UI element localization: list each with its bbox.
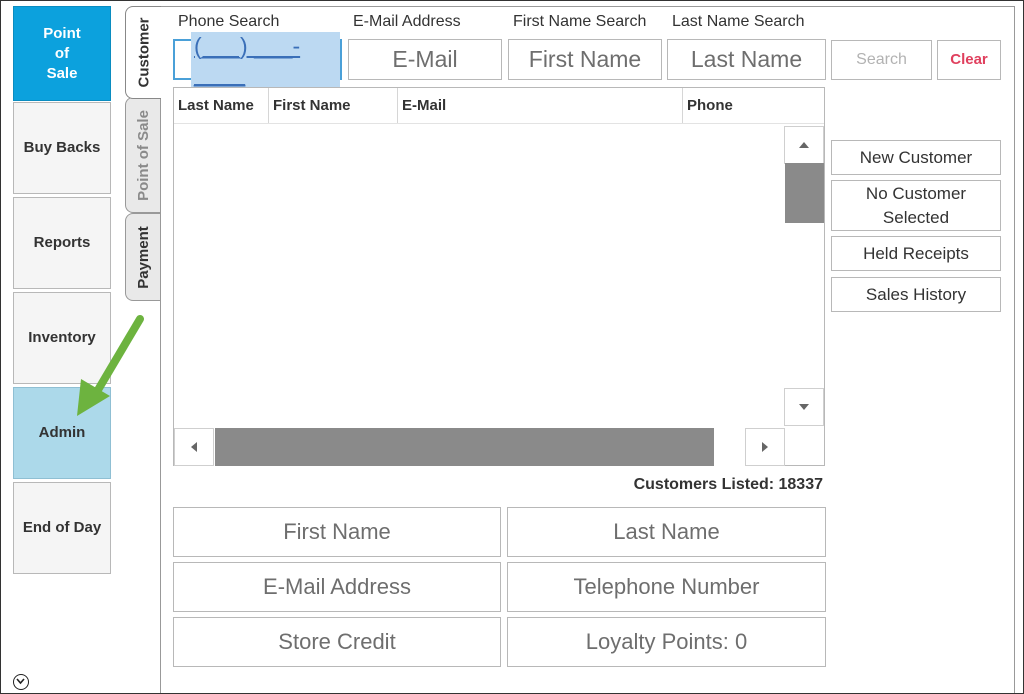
column-header-first-name[interactable]: First Name: [269, 88, 398, 123]
no-customer-selected-label: No Customer Selected: [865, 183, 967, 227]
sales-history-label: Sales History: [865, 284, 967, 304]
nav-buy-backs-label: Buy Backs: [23, 139, 101, 156]
sales-history-button[interactable]: Sales History: [831, 277, 1001, 312]
new-customer-button[interactable]: New Customer: [831, 140, 1001, 175]
caret-down-icon: [799, 404, 809, 410]
caret-right-icon: [762, 442, 768, 452]
loyalty-points-field[interactable]: Loyalty Points: 0: [507, 617, 826, 667]
nav-point-of-sale-label: Point of Sale: [43, 24, 81, 82]
last-name-search-placeholder: Last Name: [690, 46, 803, 72]
nav-inventory-label: Inventory: [28, 329, 96, 346]
column-header-email[interactable]: E-Mail: [398, 88, 683, 123]
customers-listed-count: Customers Listed: 18337: [633, 476, 823, 493]
telephone-number-field-label: Telephone Number: [573, 574, 760, 599]
nav-inventory[interactable]: Inventory: [13, 292, 111, 384]
last-name-field[interactable]: Last Name: [507, 507, 826, 557]
tab-payment-visible-label: Payment: [135, 225, 152, 289]
email-search-input[interactable]: E-Mail: [348, 39, 502, 80]
last-name-search-label: Last Name Search: [672, 13, 805, 30]
nav-reports-label: Reports: [33, 234, 91, 251]
pos-window: Point of Sale Buy Backs Reports Inventor…: [0, 0, 1024, 694]
last-name-search-input[interactable]: Last Name: [667, 39, 826, 80]
phone-search-label: Phone Search: [178, 13, 280, 30]
email-address-label: E-Mail Address: [353, 13, 461, 30]
email-address-field[interactable]: E-Mail Address: [173, 562, 501, 612]
scroll-down-button[interactable]: [784, 388, 824, 426]
store-credit-field-label: Store Credit: [278, 629, 396, 654]
clear-button-label: Clear: [950, 51, 988, 68]
caret-left-icon: [191, 442, 197, 452]
email-search-placeholder: E-Mail: [392, 46, 458, 72]
scroll-left-button[interactable]: [174, 428, 214, 466]
nav-admin[interactable]: Admin: [13, 387, 111, 479]
chevron-down-circle-icon[interactable]: [13, 674, 29, 690]
first-name-search-label: First Name Search: [513, 13, 647, 30]
first-name-field[interactable]: First Name: [173, 507, 501, 557]
chevron-down-icon: [16, 678, 25, 685]
held-receipts-button[interactable]: Held Receipts: [831, 236, 1001, 271]
nav-reports[interactable]: Reports: [13, 197, 111, 289]
new-customer-label: New Customer: [859, 147, 973, 167]
tab-customer-label: Customer: [135, 17, 153, 88]
tab-point-of-sale-label: Point of Sale: [135, 109, 152, 201]
first-name-search-placeholder: First Name: [528, 46, 642, 72]
nav-end-of-day-label: End of Day: [22, 519, 102, 536]
customer-grid[interactable]: Last Name First Name E-Mail Phone: [173, 87, 825, 466]
clear-button[interactable]: Clear: [937, 40, 1001, 80]
search-button[interactable]: Search: [831, 40, 932, 80]
phone-search-value: (___) ___-____: [191, 31, 340, 88]
nav-end-of-day[interactable]: End of Day: [13, 482, 111, 574]
loyalty-points-field-label: Loyalty Points: 0: [585, 629, 748, 654]
scroll-up-button[interactable]: [784, 126, 824, 164]
vertical-scroll-thumb[interactable]: [785, 163, 824, 223]
horizontal-scroll-thumb[interactable]: [215, 428, 714, 466]
horizontal-scrollbar[interactable]: [174, 428, 785, 466]
search-button-label: Search: [856, 51, 907, 68]
held-receipts-label: Held Receipts: [863, 243, 969, 263]
telephone-number-field[interactable]: Telephone Number: [507, 562, 826, 612]
tab-payment-visible[interactable]: Payment: [125, 213, 161, 301]
column-header-phone[interactable]: Phone: [683, 88, 824, 123]
vertical-scrollbar[interactable]: [784, 126, 824, 426]
no-customer-selected-button[interactable]: No Customer Selected: [831, 180, 1001, 231]
last-name-field-label: Last Name: [613, 519, 720, 544]
nav-point-of-sale[interactable]: Point of Sale: [13, 6, 111, 101]
caret-up-icon: [799, 142, 809, 148]
nav-buy-backs[interactable]: Buy Backs: [13, 102, 111, 194]
first-name-field-label: First Name: [283, 519, 391, 544]
tab-customer[interactable]: Customer: [125, 6, 161, 99]
phone-search-input[interactable]: (___) ___-____: [173, 31, 342, 88]
tab-point-of-sale[interactable]: Point of Sale: [125, 97, 161, 213]
first-name-search-input[interactable]: First Name: [508, 39, 662, 80]
scroll-right-button[interactable]: [745, 428, 785, 466]
grid-header-divider: [174, 123, 824, 124]
store-credit-field[interactable]: Store Credit: [173, 617, 501, 667]
email-address-field-label: E-Mail Address: [263, 574, 411, 599]
column-header-last-name[interactable]: Last Name: [174, 88, 269, 123]
nav-admin-label: Admin: [38, 424, 86, 441]
